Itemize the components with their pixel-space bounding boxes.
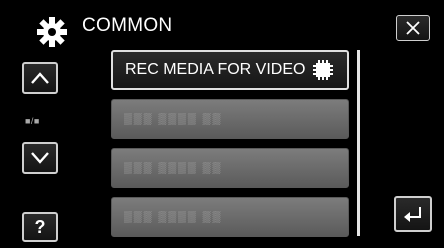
memory-card-icon bbox=[313, 60, 334, 80]
menu-item-label: REC MEDIA FOR VIDEO bbox=[125, 61, 306, 78]
page-title: COMMON bbox=[82, 15, 173, 36]
gear-icon bbox=[37, 17, 67, 47]
chevron-down-icon bbox=[31, 152, 49, 164]
menu-item-label: ▒▒▒ ▒▒▒▒ ▒▒ bbox=[124, 162, 223, 174]
menu-item-placeholder[interactable]: ▒▒▒ ▒▒▒▒ ▒▒ bbox=[111, 99, 349, 139]
chevron-up-icon bbox=[31, 72, 49, 84]
scroll-up-button[interactable] bbox=[22, 62, 58, 94]
help-button[interactable]: ? bbox=[22, 212, 58, 242]
return-icon bbox=[404, 207, 421, 222]
back-button[interactable] bbox=[394, 196, 432, 232]
menu-item-placeholder[interactable]: ▒▒▒ ▒▒▒▒ ▒▒ bbox=[111, 148, 349, 188]
scrollbar-thumb[interactable] bbox=[357, 50, 360, 236]
close-button[interactable] bbox=[396, 15, 430, 41]
menu-item-label: ▒▒▒ ▒▒▒▒ ▒▒ bbox=[124, 211, 223, 223]
menu-item-placeholder[interactable]: ▒▒▒ ▒▒▒▒ ▒▒ bbox=[111, 197, 349, 237]
menu-item-label: ▒▒▒ ▒▒▒▒ ▒▒ bbox=[124, 113, 223, 125]
close-icon bbox=[406, 21, 420, 35]
scroll-down-button[interactable] bbox=[22, 142, 58, 174]
menu-item-rec-media-for-video[interactable]: REC MEDIA FOR VIDEO bbox=[111, 50, 349, 90]
page-indicator: ■/■ bbox=[25, 116, 40, 126]
